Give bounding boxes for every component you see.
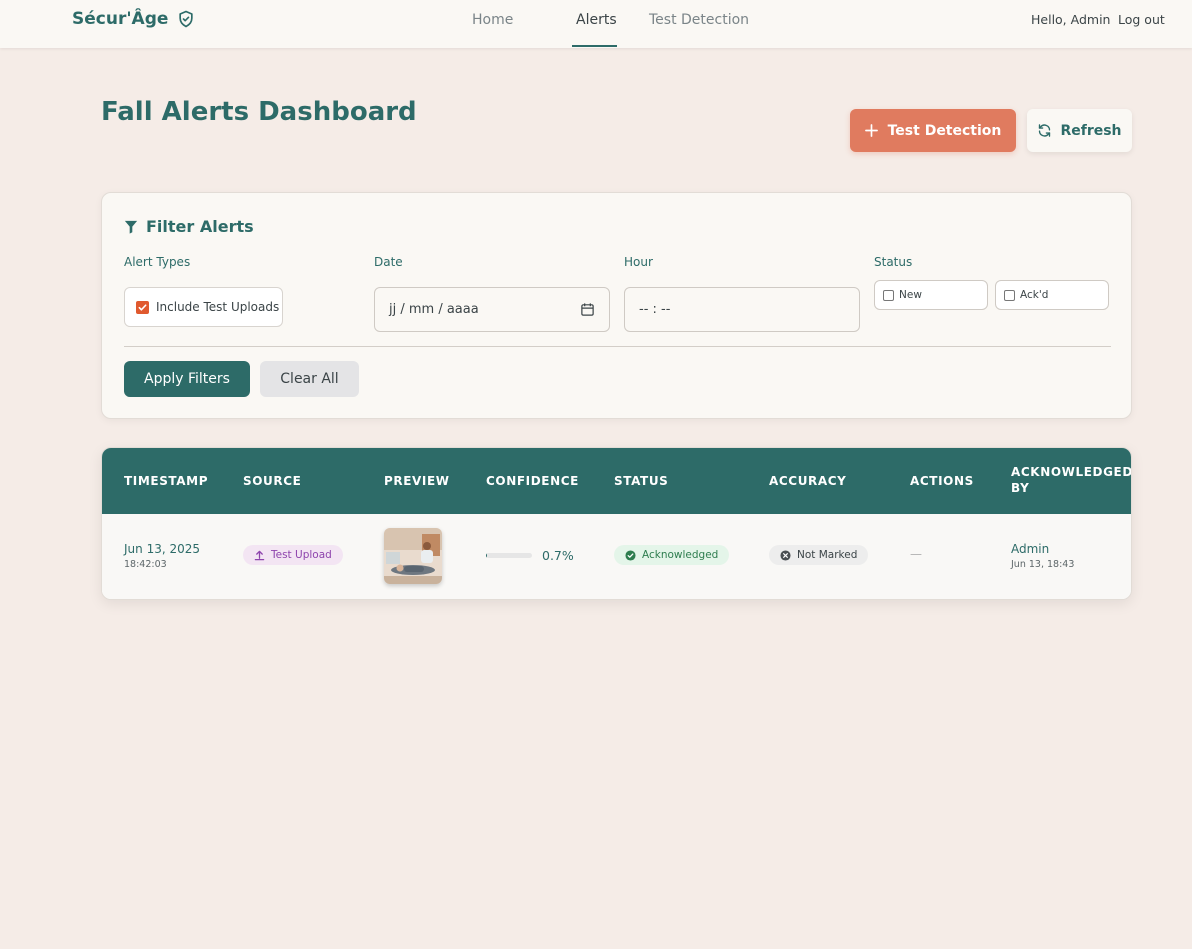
date-label: Date [374, 255, 403, 269]
refresh-button[interactable]: Refresh [1027, 109, 1132, 152]
hour-placeholder: -- : -- [639, 302, 671, 317]
filter-title: Filter Alerts [124, 217, 254, 236]
status-badge: Acknowledged [614, 545, 730, 565]
col-confidence: CONFIDENCE [486, 474, 579, 488]
acknowledged-at: Jun 13, 18:43 [1011, 559, 1075, 570]
apply-filters-button[interactable]: Apply Filters [124, 361, 250, 397]
nav-home[interactable]: Home [472, 12, 513, 28]
timestamp-cell: Jun 13, 2025 18:42:03 [124, 542, 200, 570]
user-greeting: Hello, Admin [1031, 12, 1111, 27]
include-test-uploads-checkbox[interactable]: Include Test Uploads [124, 287, 283, 327]
refresh-icon [1039, 124, 1051, 137]
calendar-icon[interactable] [580, 302, 595, 317]
checkbox-unchecked-icon [883, 289, 894, 301]
test-detection-label: Test Detection [887, 122, 1002, 139]
fall-preview-image [384, 528, 442, 584]
table-row[interactable]: Jun 13, 2025 18:42:03 Test Upload 0.7% A… [102, 514, 1131, 599]
upload-icon [254, 550, 265, 560]
accuracy-label: Not Marked [797, 549, 858, 561]
status-new-checkbox[interactable]: New [874, 280, 988, 310]
table-header: TIMESTAMP SOURCE PREVIEW CONFIDENCE STAT… [102, 448, 1132, 514]
acknowledged-by-name: Admin [1011, 542, 1050, 556]
status-label: Status [874, 255, 913, 269]
col-timestamp: TIMESTAMP [124, 474, 209, 488]
nav-active-indicator [572, 45, 617, 47]
status-label: Acknowledged [642, 549, 719, 561]
status-ackd-label: Ack'd [1020, 289, 1049, 301]
logout-link[interactable]: Log out [1118, 12, 1165, 27]
hour-input[interactable]: -- : -- [624, 287, 860, 332]
clear-all-button[interactable]: Clear All [260, 361, 359, 397]
filter-panel: Filter Alerts Alert Types Date Hour Stat… [101, 192, 1132, 419]
alert-time: 18:42:03 [124, 559, 167, 570]
brand-name: Sécur'Âge [72, 9, 169, 29]
include-test-uploads-label: Include Test Uploads [156, 300, 280, 314]
filter-title-text: Filter Alerts [146, 217, 254, 236]
alert-types-label: Alert Types [124, 255, 191, 269]
col-accuracy: ACCURACY [769, 474, 847, 488]
alerts-table: TIMESTAMP SOURCE PREVIEW CONFIDENCE STAT… [101, 447, 1132, 600]
source-badge: Test Upload [243, 545, 343, 565]
col-actions: ACTIONS [910, 474, 974, 488]
actions-cell: — [910, 547, 922, 561]
preview-thumbnail[interactable] [384, 528, 442, 584]
filter-divider [124, 346, 1111, 347]
date-placeholder: jj / mm / aaaa [389, 302, 479, 317]
test-detection-button[interactable]: Test Detection [850, 109, 1016, 152]
top-navbar: Sécur'Âge Home Alerts Test Detection Hel… [0, 0, 1192, 48]
hour-label: Hour [624, 255, 653, 269]
shield-check-icon [179, 10, 194, 28]
status-ackd-checkbox[interactable]: Ack'd [995, 280, 1109, 310]
page-title: Fall Alerts Dashboard [101, 97, 417, 127]
nav-alerts[interactable]: Alerts [576, 12, 617, 28]
x-circle-icon [780, 549, 791, 561]
checkbox-checked-icon [136, 300, 149, 314]
col-source: SOURCE [243, 474, 302, 488]
checkbox-unchecked-icon [1004, 289, 1015, 301]
source-label: Test Upload [271, 549, 332, 561]
refresh-label: Refresh [1060, 122, 1122, 139]
check-circle-icon [625, 549, 636, 561]
nav-test-detection[interactable]: Test Detection [649, 12, 749, 28]
status-new-label: New [899, 289, 922, 301]
acknowledged-by-cell: Admin Jun 13, 18:43 [1011, 542, 1074, 570]
funnel-icon [124, 220, 138, 234]
accuracy-badge: Not Marked [769, 545, 869, 565]
confidence-bar [486, 553, 532, 558]
col-preview: PREVIEW [384, 474, 450, 488]
col-acknowledged-by: ACKNOWLEDGED BY [1011, 465, 1132, 495]
col-status: STATUS [614, 474, 669, 488]
plus-icon [864, 124, 878, 137]
date-input[interactable]: jj / mm / aaaa [374, 287, 610, 332]
confidence-value: 0.7% [542, 548, 574, 563]
alert-date: Jun 13, 2025 [124, 542, 201, 556]
brand-logo[interactable]: Sécur'Âge [72, 9, 196, 29]
